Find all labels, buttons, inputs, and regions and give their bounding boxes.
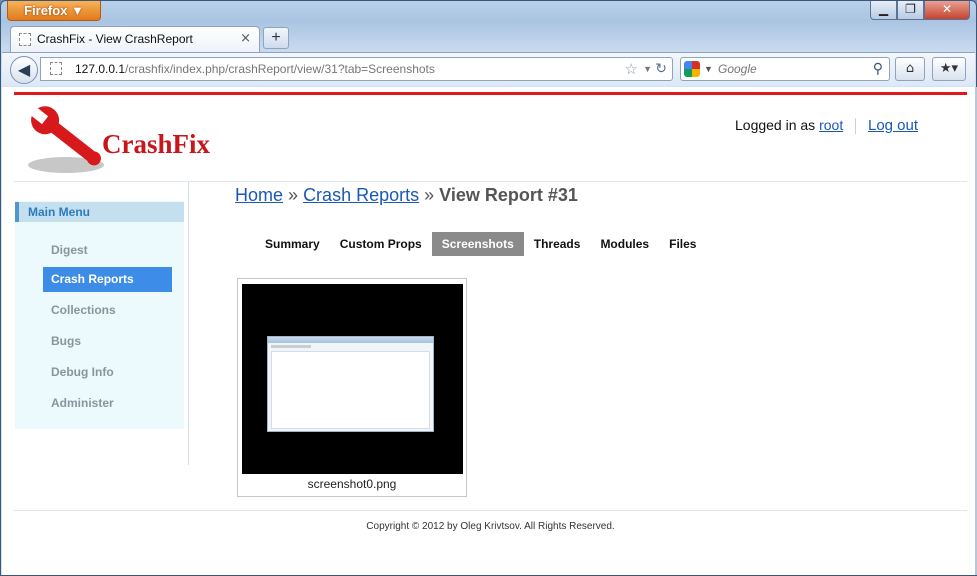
search-input[interactable]: Google (718, 62, 757, 76)
url-path: /crashfix/index.php/crashReport/view/31?… (125, 62, 435, 76)
site-identity-icon[interactable] (50, 62, 62, 75)
page-viewport: CrashFix Logged in as root Log out Main … (2, 87, 975, 575)
search-engine-dropdown-icon[interactable]: ▼ (704, 58, 713, 80)
tab-close-icon[interactable]: × (240, 27, 251, 51)
sidebar-item-administer[interactable]: Administer (43, 391, 172, 416)
minimize-button[interactable]: ▁ (870, 1, 897, 20)
breadcrumb-separator: » (424, 185, 435, 205)
username-link[interactable]: root (819, 117, 843, 133)
logout-link[interactable]: Log out (868, 117, 918, 134)
tab-summary[interactable]: Summary (255, 232, 330, 256)
page-title: View Report #31 (439, 185, 578, 205)
url-host: 127.0.0.1 (75, 62, 126, 76)
home-button[interactable]: ⌂ (895, 57, 925, 81)
sidebar-item-digest[interactable]: Digest (43, 238, 172, 263)
bookmark-star-icon[interactable]: ☆ (625, 58, 638, 80)
page-icon (19, 33, 31, 46)
address-bar[interactable]: 127.0.0.1/crashfix/index.php/crashReport… (40, 57, 673, 81)
url-history-dropdown-icon[interactable]: ▼ (643, 58, 652, 80)
report-tabs: Summary Custom Props Screenshots Threads… (255, 232, 706, 256)
browser-tab[interactable]: CrashFix - View CrashReport × (10, 26, 260, 52)
new-tab-button[interactable]: + (263, 27, 289, 49)
bookmarks-button[interactable]: ★▾ (932, 57, 966, 81)
reload-icon[interactable]: ↻ (655, 58, 667, 80)
tab-modules[interactable]: Modules (590, 232, 659, 256)
divider (855, 118, 857, 135)
close-window-button[interactable]: ✕ (924, 1, 970, 20)
main-menu-title: Main Menu (15, 202, 184, 222)
search-icon[interactable]: ⚲ (873, 58, 883, 80)
sidebar-item-collections[interactable]: Collections (43, 298, 172, 323)
header-accent-line (14, 92, 967, 95)
sidebar: Main Menu Digest Crash Reports Collectio… (15, 201, 184, 429)
footer-divider (14, 510, 967, 511)
breadcrumb-crash-reports-link[interactable]: Crash Reports (303, 185, 419, 205)
logo-text: CrashFix (102, 129, 210, 159)
breadcrumb: Home » Crash Reports » View Report #31 (235, 185, 578, 206)
tab-title: CrashFix - View CrashReport (37, 32, 193, 46)
browser-window: Firefox ▼ ▁ ❐ ✕ CrashFix - View CrashRep… (0, 0, 977, 576)
sidebar-item-crash-reports[interactable]: Crash Reports (43, 267, 172, 292)
tab-custom-props[interactable]: Custom Props (330, 232, 432, 256)
google-engine-icon[interactable] (684, 61, 700, 77)
screenshot-card[interactable]: screenshot0.png (237, 278, 467, 497)
breadcrumb-home-link[interactable]: Home (235, 185, 283, 205)
window-controls: ▁ ❐ ✕ (870, 1, 970, 20)
screenshot-caption: screenshot0.png (307, 477, 397, 491)
sidebar-item-bugs[interactable]: Bugs (43, 329, 172, 354)
back-button[interactable]: ◀ (10, 56, 38, 84)
logged-in-label: Logged in as (735, 117, 816, 133)
breadcrumb-separator: » (288, 185, 299, 205)
firefox-menu-button[interactable]: Firefox ▼ (7, 1, 101, 21)
footer-copyright: Copyright © 2012 by Oleg Krivtsov. All R… (366, 521, 615, 532)
thumbnail-window-image (267, 336, 434, 432)
maximize-button[interactable]: ❐ (897, 1, 924, 20)
search-bar[interactable]: ▼ Google ⚲ (680, 57, 890, 81)
tab-threads[interactable]: Threads (524, 232, 591, 256)
user-box: Logged in as root Log out (735, 117, 918, 135)
sidebar-item-debug-info[interactable]: Debug Info (43, 360, 172, 385)
navigation-toolbar: ◀ 127.0.0.1/crashfix/index.php/crashRepo… (2, 52, 975, 86)
crashfix-logo[interactable]: CrashFix (24, 105, 210, 177)
tab-screenshots[interactable]: Screenshots (431, 232, 524, 256)
tab-files[interactable]: Files (659, 232, 706, 256)
screenshot-thumbnail[interactable] (242, 284, 463, 474)
